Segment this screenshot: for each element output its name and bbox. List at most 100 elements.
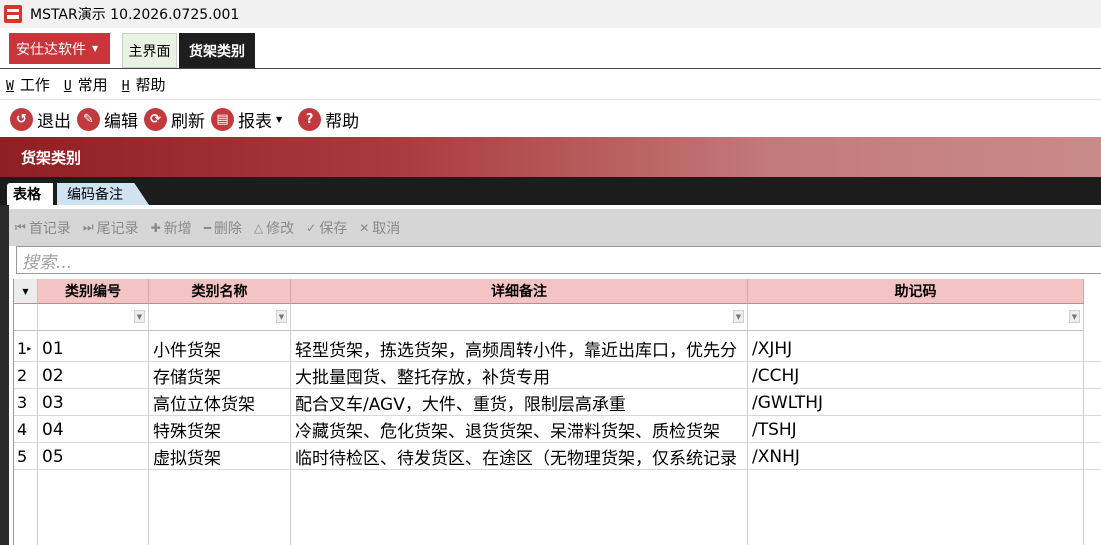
module-tab-row: 安仕达软件 ▼ 主界面 货架类别 (0, 28, 1101, 69)
help-button[interactable]: ? 帮助 (298, 107, 359, 132)
report-button[interactable]: ▤ 报表 ▼ (211, 107, 292, 132)
menu-bar: W 工作 U 常用 H 帮助 (0, 70, 1101, 100)
cell-code[interactable]: 02 (38, 362, 149, 389)
cell-code[interactable]: 01 (38, 335, 149, 362)
table-row[interactable]: 1 ▸ 01 小件货架 轻型货架，拣选货架，高频周转小件，靠近出库口，优先分 /X… (14, 335, 1101, 362)
cell-name[interactable]: 高位立体货架 (149, 389, 291, 416)
column-header-name[interactable]: 类别名称 (149, 279, 291, 304)
filter-note[interactable]: ▼ (291, 304, 748, 331)
refresh-icon: ⟳ (144, 107, 167, 131)
filter-mnemonic[interactable]: ▼ (748, 304, 1084, 331)
cell-code[interactable]: 05 (38, 443, 149, 470)
triangle-up-icon: △ (253, 220, 264, 235)
filter-code[interactable]: ▼ (38, 304, 149, 331)
add-record-button[interactable]: ✚ 新增 (151, 218, 192, 238)
refresh-button[interactable]: ⟳ 刷新 (144, 107, 205, 132)
last-record-button[interactable]: ⏭ 尾记录 (83, 218, 139, 238)
tab-home[interactable]: 主界面 (122, 33, 177, 68)
exit-icon: ↺ (10, 107, 33, 131)
filter-dropdown-icon[interactable]: ▼ (276, 310, 287, 323)
search-placeholder: 搜索... (22, 252, 73, 273)
minus-icon: ━ (203, 220, 211, 235)
data-table: ▼ 类别编号 类别名称 详细备注 助记码 ▼ ▼ ▼ ▼ 1 ▸ 01 小件货架 … (13, 279, 1101, 545)
filter-dropdown-icon[interactable]: ▼ (733, 310, 744, 323)
row-selector-header[interactable]: ▼ (14, 279, 38, 304)
delete-record-button[interactable]: ━ 删除 (204, 218, 242, 238)
column-header-mnemonic[interactable]: 助记码 (748, 279, 1084, 304)
cell-name[interactable]: 存储货架 (149, 362, 291, 389)
column-divider (1083, 331, 1084, 545)
search-input[interactable]: 搜索... (16, 246, 1101, 274)
chevron-down-icon: ▼ (92, 44, 99, 53)
tab-shelf-category[interactable]: 货架类别 (179, 33, 255, 68)
cell-mnemonic[interactable]: /GWLTHJ (748, 389, 1084, 416)
column-divider (747, 331, 748, 545)
save-record-button[interactable]: ✓ 保存 (306, 218, 347, 238)
cell-code[interactable]: 03 (38, 389, 149, 416)
tab-code-notes[interactable]: 编码备注 (57, 183, 149, 205)
column-divider (290, 331, 291, 545)
table-row[interactable]: 5 05 虚拟货架 临时待检区、待发货区、在途区（无物理货架，仅系统记录 /XN… (14, 443, 1101, 470)
printer-icon: ▤ (211, 107, 234, 131)
plus-icon: ✚ (150, 220, 161, 235)
record-navigator: ⏮ 首记录 ⏭ 尾记录 ✚ 新增 ━ 删除 △ 修改 ✓ 保存 ✕ 取消 (9, 209, 1101, 246)
menu-work[interactable]: W 工作 (6, 74, 50, 95)
left-edge-bar (0, 205, 9, 545)
menu-common[interactable]: U 常用 (64, 74, 108, 95)
cell-name[interactable]: 小件货架 (149, 335, 291, 362)
cell-note[interactable]: 大批量囤货、整托存放，补货专用 (291, 362, 748, 389)
last-icon: ⏭ (82, 220, 94, 234)
brand-menu-button[interactable]: 安仕达软件 ▼ (9, 33, 110, 64)
help-icon: ? (298, 107, 322, 131)
filter-cell (14, 304, 38, 331)
current-row-indicator-icon: ▸ (27, 344, 32, 353)
cell-name[interactable]: 特殊货架 (149, 416, 291, 443)
cell-note[interactable]: 冷藏货架、危化货架、退货货架、呆滞料货架、质检货架 (291, 416, 748, 443)
menu-help[interactable]: H 帮助 (122, 74, 166, 95)
table-row[interactable]: 2 02 存储货架 大批量囤货、整托存放，补货专用 /CCHJ (14, 362, 1101, 389)
cell-mnemonic[interactable]: /TSHJ (748, 416, 1084, 443)
cell-note[interactable]: 临时待检区、待发货区、在途区（无物理货架，仅系统记录 (291, 443, 748, 470)
edit-button[interactable]: ✎ 编辑 (77, 107, 138, 132)
row-number: 2 (14, 362, 38, 389)
cell-mnemonic[interactable]: /XJHJ (748, 335, 1084, 362)
window-title: MSTAR演示 10.2026.0725.001 (30, 7, 240, 23)
page-header: 货架类别 (0, 137, 1101, 177)
row-number: 4 (14, 416, 38, 443)
modify-record-button[interactable]: △ 修改 (254, 218, 294, 238)
subtab-bar: 表格 编码备注 (0, 177, 1101, 205)
row-number: 1 ▸ (14, 335, 38, 362)
table-row[interactable]: 3 03 高位立体货架 配合叉车/AGV，大件、重货，限制层高承重 /GWLTH… (14, 389, 1101, 416)
cell-code[interactable]: 04 (38, 416, 149, 443)
cell-note[interactable]: 配合叉车/AGV，大件、重货，限制层高承重 (291, 389, 748, 416)
brand-label: 安仕达软件 (16, 41, 86, 58)
title-bar: MSTAR演示 10.2026.0725.001 (0, 0, 1101, 28)
column-header-note[interactable]: 详细备注 (291, 279, 748, 304)
page-title: 货架类别 (21, 148, 82, 167)
chevron-down-icon: ▼ (276, 114, 283, 124)
column-divider (37, 331, 38, 545)
cell-name[interactable]: 虚拟货架 (149, 443, 291, 470)
filter-dropdown-icon[interactable]: ▼ (134, 310, 145, 323)
row-number: 5 (14, 443, 38, 470)
app-logo-icon (4, 5, 22, 23)
pencil-icon: ✎ (77, 107, 100, 131)
exit-button[interactable]: ↺ 退出 (10, 107, 71, 132)
first-record-button[interactable]: ⏮ 首记录 (15, 218, 71, 238)
first-icon: ⏮ (15, 220, 26, 234)
filter-dropdown-icon[interactable]: ▼ (1069, 310, 1080, 323)
filter-name[interactable]: ▼ (149, 304, 291, 331)
check-icon: ✓ (306, 220, 317, 235)
column-divider (148, 331, 149, 545)
close-icon: ✕ (359, 220, 370, 235)
cell-note[interactable]: 轻型货架，拣选货架，高频周转小件，靠近出库口，优先分 (291, 335, 748, 362)
cell-mnemonic[interactable]: /XNHJ (748, 443, 1084, 470)
toolbar: ↺ 退出 ✎ 编辑 ⟳ 刷新 ▤ 报表 ▼ ? 帮助 (0, 101, 1101, 137)
column-header-code[interactable]: 类别编号 (38, 279, 149, 304)
tab-grid[interactable]: 表格 (7, 183, 53, 205)
row-number: 3 (14, 389, 38, 416)
grid-panel: ⏮ 首记录 ⏭ 尾记录 ✚ 新增 ━ 删除 △ 修改 ✓ 保存 ✕ 取消 搜索... ▼ 类别… (0, 205, 1101, 545)
cancel-record-button[interactable]: ✕ 取消 (359, 218, 400, 238)
table-row[interactable]: 4 04 特殊货架 冷藏货架、危化货架、退货货架、呆滞料货架、质检货架 /TSH… (14, 416, 1101, 443)
cell-mnemonic[interactable]: /CCHJ (748, 362, 1084, 389)
